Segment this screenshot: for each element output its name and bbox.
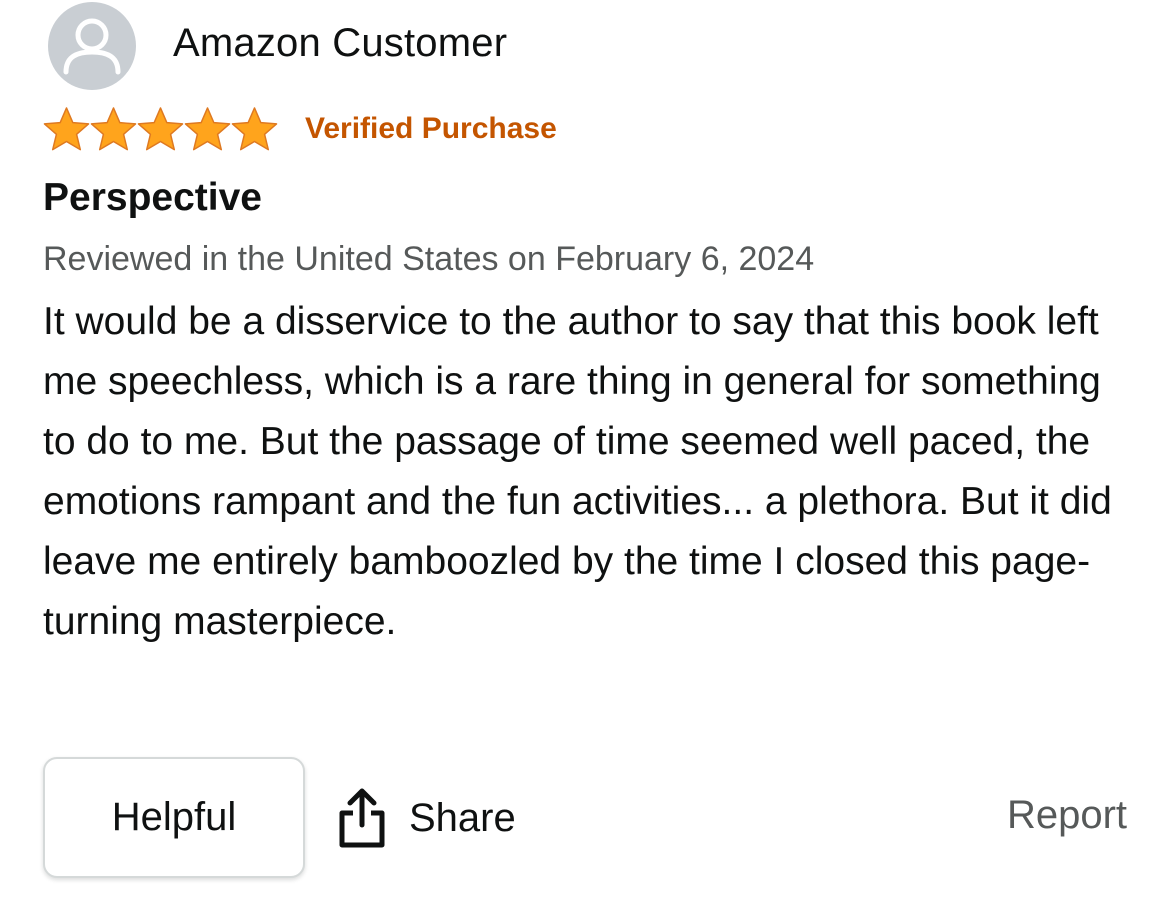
star-rating[interactable] xyxy=(42,106,278,153)
star-icon xyxy=(184,106,231,150)
star-icon xyxy=(43,106,90,150)
report-link[interactable]: Report xyxy=(1007,793,1127,838)
verified-purchase-badge[interactable]: Verified Purchase xyxy=(305,112,557,146)
review-actions: Helpful Share Report xyxy=(43,757,1133,881)
star-icon xyxy=(231,106,278,150)
user-silhouette-icon xyxy=(63,18,121,75)
reviewer-profile[interactable]: Amazon Customer xyxy=(48,0,507,92)
review-body: It would be a disservice to the author t… xyxy=(43,300,1112,643)
share-icon xyxy=(339,788,385,848)
share-button[interactable]: Share xyxy=(337,783,516,853)
star-icon xyxy=(90,106,137,150)
star-icon xyxy=(137,106,184,150)
review-date: Reviewed in the United States on Februar… xyxy=(43,240,815,278)
share-label: Share xyxy=(409,795,516,840)
rating-row: Verified Purchase xyxy=(42,104,557,154)
review-title: Perspective xyxy=(43,176,262,219)
avatar xyxy=(48,2,136,90)
helpful-button[interactable]: Helpful xyxy=(43,757,305,878)
reviewer-name: Amazon Customer xyxy=(173,20,508,65)
review-card: Amazon Customer Verified Purchase Perspe… xyxy=(0,0,1170,911)
